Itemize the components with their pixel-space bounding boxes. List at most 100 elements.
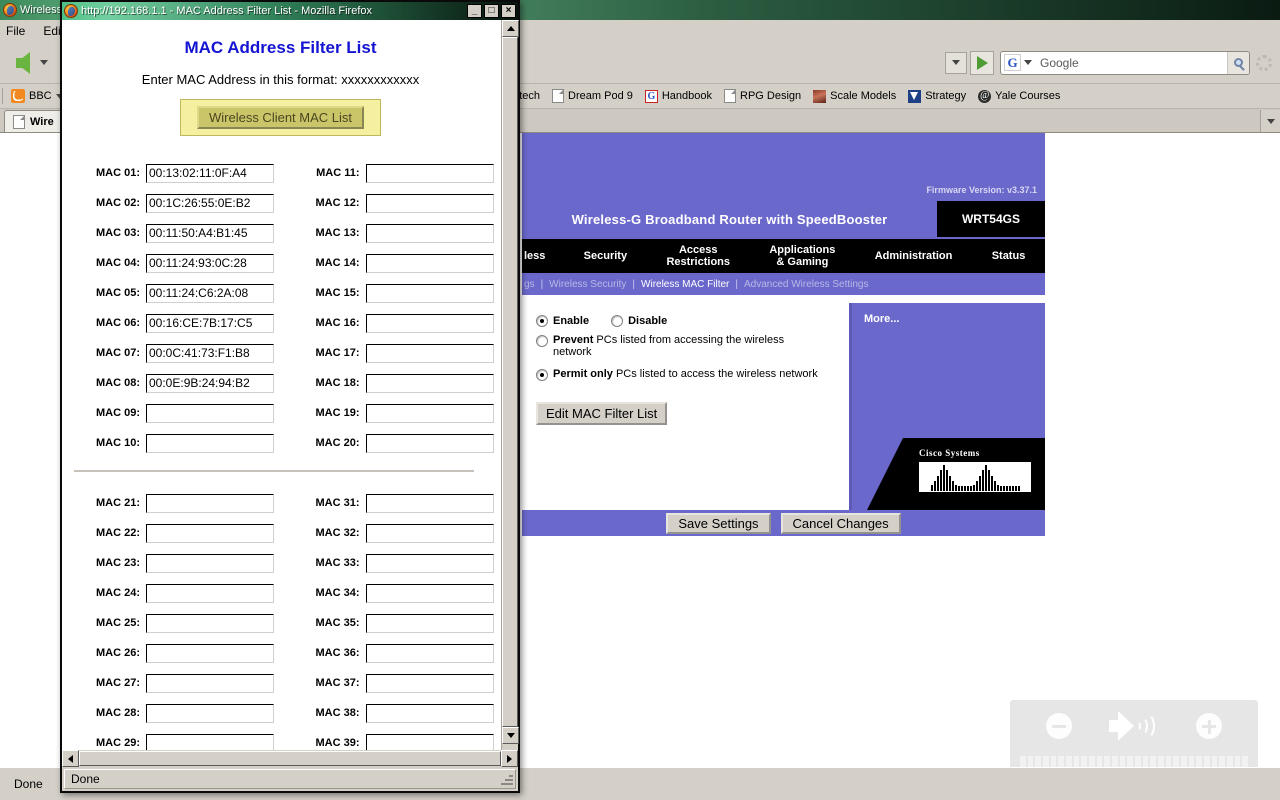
- mac-address-input[interactable]: [365, 193, 494, 213]
- nav-item-wireless[interactable]: less: [522, 250, 564, 262]
- mac-address-input[interactable]: [365, 553, 494, 573]
- subnav-advanced-wireless-settings[interactable]: Advanced Wireless Settings: [744, 279, 869, 290]
- mac-address-input[interactable]: [146, 403, 274, 423]
- scroll-up-button[interactable]: [502, 20, 519, 37]
- volume-increase-icon[interactable]: [1196, 713, 1223, 739]
- mac-address-input[interactable]: [146, 493, 274, 513]
- mac-address-input[interactable]: 00:0C:41:73:F1:B8: [146, 343, 274, 363]
- mac-address-input[interactable]: [365, 493, 494, 513]
- firefox-icon: [3, 3, 17, 17]
- mac-address-input[interactable]: [146, 553, 274, 573]
- nav-item-access-restrictions[interactable]: Access Restrictions: [647, 244, 750, 268]
- save-settings-button[interactable]: Save Settings: [666, 512, 771, 534]
- cisco-bar: [969, 486, 972, 491]
- client-list-highlight: Wireless Client MAC List: [179, 99, 382, 136]
- mac-address-input[interactable]: [365, 343, 494, 363]
- bookmark-handbook[interactable]: G Handbook: [639, 89, 718, 103]
- search-bar[interactable]: G Google: [1000, 50, 1250, 75]
- mac-address-input[interactable]: [146, 583, 274, 603]
- router-body: Enable Disable Prevent PCs listed from a…: [522, 295, 1045, 510]
- mac-address-input[interactable]: 00:11:24:93:0C:28: [146, 253, 274, 273]
- mac-address-input[interactable]: 00:16:CE:7B:17:C5: [146, 313, 274, 333]
- more-link[interactable]: More...: [864, 313, 899, 325]
- vertical-scroll-thumb[interactable]: [502, 37, 518, 727]
- wireless-client-mac-list-button[interactable]: Wireless Client MAC List: [196, 106, 365, 129]
- subnav-wireless-security[interactable]: Wireless Security: [549, 279, 626, 290]
- nav-item-administration[interactable]: Administration: [855, 250, 972, 262]
- mac-address-input[interactable]: [365, 433, 494, 453]
- mac-address-input[interactable]: [365, 643, 494, 663]
- nav-item-applications-gaming[interactable]: Applications & Gaming: [750, 244, 855, 268]
- prevent-row: Prevent PCs listed from accessing the wi…: [536, 334, 841, 358]
- mac-address-input[interactable]: [365, 613, 494, 633]
- nav-item-status[interactable]: Status: [972, 250, 1045, 262]
- radio-disable[interactable]: [611, 315, 624, 327]
- edit-mac-filter-list-button[interactable]: Edit MAC Filter List: [536, 402, 668, 425]
- mac-address-input[interactable]: [146, 523, 274, 543]
- mac-address-input[interactable]: [365, 163, 494, 183]
- cisco-bar: [999, 486, 1002, 491]
- volume-level-bar[interactable]: [1020, 756, 1249, 767]
- mac-address-input[interactable]: [365, 253, 494, 273]
- cisco-bar: [984, 465, 987, 491]
- mac-address-input[interactable]: [365, 223, 494, 243]
- bird-icon: [908, 89, 922, 103]
- google-icon[interactable]: G: [1004, 54, 1021, 71]
- chevron-down-icon: [506, 733, 515, 738]
- mac-address-input[interactable]: [146, 673, 274, 693]
- maximize-button[interactable]: □: [484, 4, 499, 18]
- mac-address-input[interactable]: [365, 403, 494, 423]
- minimize-button[interactable]: _: [467, 4, 482, 18]
- mac-address-input[interactable]: [365, 703, 494, 723]
- urlbar-dropdown-button[interactable]: [945, 51, 967, 74]
- search-submit-button[interactable]: [1227, 51, 1249, 74]
- popup-vertical-scrollbar[interactable]: [501, 20, 519, 753]
- mac-address-input[interactable]: [365, 673, 494, 693]
- search-engine-chevron-icon[interactable]: [1024, 60, 1032, 65]
- bookmark-yale-courses[interactable]: @ Yale Courses: [972, 89, 1066, 103]
- back-history-dropdown-icon[interactable]: [40, 60, 48, 65]
- mac-address-input[interactable]: [365, 523, 494, 543]
- bookmark-rpg-design[interactable]: RPG Design: [718, 89, 807, 103]
- close-icon[interactable]: ×: [501, 4, 516, 18]
- mac-address-input[interactable]: [146, 433, 274, 453]
- mac-address-input[interactable]: 00:13:02:11:0F:A4: [146, 163, 274, 183]
- resize-grip-icon[interactable]: [499, 772, 513, 786]
- mac-address-input[interactable]: [146, 643, 274, 663]
- subnav-wireless-mac-filter[interactable]: Wireless MAC Filter: [641, 279, 729, 290]
- volume-decrease-icon[interactable]: [1045, 713, 1072, 739]
- volume-tick: [1066, 756, 1072, 767]
- scroll-right-button[interactable]: [501, 750, 518, 767]
- mac-address-input[interactable]: [365, 583, 494, 603]
- mac-address-input[interactable]: 00:1C:26:55:0E:B2: [146, 193, 274, 213]
- bookmark-strategy[interactable]: Strategy: [902, 89, 972, 103]
- mac-address-input[interactable]: 00:11:50:A4:B1:45: [146, 223, 274, 243]
- scroll-left-button[interactable]: [62, 750, 79, 767]
- cancel-changes-button[interactable]: Cancel Changes: [780, 512, 901, 534]
- search-input[interactable]: Google: [1032, 56, 1227, 70]
- popup-horizontal-scrollbar[interactable]: [62, 750, 518, 767]
- scroll-down-button[interactable]: [502, 727, 519, 744]
- bookmark-dream-pod-9[interactable]: Dream Pod 9: [546, 89, 639, 103]
- tab-list-button[interactable]: [1260, 110, 1280, 132]
- go-button[interactable]: [970, 50, 994, 75]
- tab-wireless[interactable]: Wire: [4, 110, 63, 132]
- mac-entry-row: MAC 37:: [298, 668, 500, 698]
- mac-address-input[interactable]: 00:11:24:C6:2A:08: [146, 283, 274, 303]
- nav-item-security[interactable]: Security: [564, 250, 647, 262]
- mac-address-input[interactable]: 00:0E:9B:24:94:B2: [146, 373, 274, 393]
- horizontal-scroll-thumb[interactable]: [79, 751, 501, 766]
- menu-file[interactable]: File: [6, 24, 25, 38]
- mac-address-input[interactable]: [146, 703, 274, 723]
- radio-enable[interactable]: [536, 315, 548, 327]
- subnav-basic-settings[interactable]: gs: [524, 279, 535, 290]
- mac-address-input[interactable]: [365, 313, 494, 333]
- mac-address-input[interactable]: [365, 373, 494, 393]
- radio-permit-only[interactable]: [536, 369, 548, 381]
- back-button[interactable]: [6, 48, 40, 78]
- mac-address-input[interactable]: [365, 283, 494, 303]
- bookmark-scale-models[interactable]: Scale Models: [807, 89, 902, 103]
- volume-tick: [1242, 756, 1249, 767]
- mac-address-input[interactable]: [146, 613, 274, 633]
- radio-prevent[interactable]: [536, 335, 548, 347]
